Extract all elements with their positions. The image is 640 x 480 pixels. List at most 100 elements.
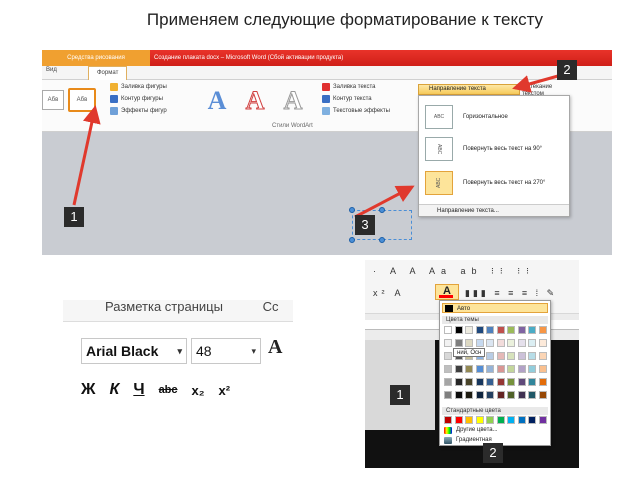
- theme-shade-swatch[interactable]: [444, 339, 452, 347]
- theme-shade-swatch[interactable]: [538, 339, 547, 347]
- theme-color-swatch[interactable]: [496, 326, 505, 334]
- text-outline-button[interactable]: Контур текста: [322, 95, 372, 103]
- theme-shade-swatch[interactable]: [507, 365, 515, 373]
- dd-item-rotate-270[interactable]: ABC Повернуть весь текст на 270°: [423, 168, 567, 198]
- theme-shade-swatch[interactable]: [486, 365, 494, 373]
- theme-shade-swatch[interactable]: [486, 391, 494, 399]
- standard-color-swatch[interactable]: [507, 416, 515, 424]
- theme-color-swatch[interactable]: [454, 326, 463, 334]
- theme-shade-swatch[interactable]: [454, 339, 463, 347]
- text-effects-button[interactable]: Текстовые эффекты: [322, 107, 390, 115]
- strikethrough-button[interactable]: abc: [159, 384, 178, 396]
- menu-references[interactable]: Сс: [263, 300, 279, 314]
- theme-color-swatch[interactable]: [475, 326, 484, 334]
- theme-shade-swatch[interactable]: [486, 339, 494, 347]
- subscript-button[interactable]: x₂: [192, 383, 205, 398]
- theme-color-swatch[interactable]: [444, 326, 452, 334]
- menu-page-layout[interactable]: Разметка страницы: [105, 300, 223, 314]
- theme-shade-swatch[interactable]: [475, 378, 484, 386]
- theme-shade-swatch[interactable]: [507, 391, 515, 399]
- dd-item-horizontal[interactable]: ABC Горизонтальное: [423, 102, 567, 132]
- shape-fill-button[interactable]: Заливка фигуры: [110, 83, 167, 91]
- standard-color-swatch[interactable]: [496, 416, 505, 424]
- theme-shade-swatch[interactable]: [475, 339, 484, 347]
- standard-color-swatch[interactable]: [486, 416, 494, 424]
- tab-view[interactable]: Вид: [46, 67, 57, 73]
- standard-color-swatch[interactable]: [465, 416, 473, 424]
- more-colors-option[interactable]: Другие цвета...: [442, 427, 498, 434]
- font-size-select[interactable]: 48 ▾: [191, 338, 261, 364]
- chevron-down-icon[interactable]: ▾: [177, 339, 182, 363]
- theme-shade-swatch[interactable]: [444, 378, 452, 386]
- grow-font-icon[interactable]: A: [268, 336, 282, 359]
- dd-item-rotate-90[interactable]: ABC Повернуть весь текст на 90°: [423, 134, 567, 164]
- wordart-style-red[interactable]: A: [240, 86, 270, 116]
- text-direction-button[interactable]: Направление текста: [418, 84, 520, 95]
- font-color-button[interactable]: A: [435, 284, 459, 300]
- theme-color-swatch[interactable]: [486, 326, 494, 334]
- theme-shade-swatch[interactable]: [496, 365, 505, 373]
- contextual-tab-drawing-tools[interactable]: Средства рисования: [42, 50, 150, 66]
- theme-shade-swatch[interactable]: [528, 391, 536, 399]
- theme-shade-swatch[interactable]: [517, 378, 526, 386]
- theme-shade-swatch[interactable]: [454, 378, 463, 386]
- theme-shade-swatch[interactable]: [517, 352, 526, 360]
- theme-shade-swatch[interactable]: [496, 352, 505, 360]
- shape-effects-button[interactable]: Эффекты фигур: [110, 107, 167, 115]
- standard-color-swatch[interactable]: [517, 416, 526, 424]
- selection-handle[interactable]: [379, 207, 385, 213]
- standard-color-swatch[interactable]: [528, 416, 536, 424]
- theme-shade-swatch[interactable]: [528, 352, 536, 360]
- theme-shade-swatch[interactable]: [444, 391, 452, 399]
- selection-handle[interactable]: [349, 207, 355, 213]
- theme-shade-swatch[interactable]: [538, 352, 547, 360]
- theme-shade-swatch[interactable]: [507, 339, 515, 347]
- theme-shade-swatch[interactable]: [538, 365, 547, 373]
- text-fill-button[interactable]: Заливка текста: [322, 83, 376, 91]
- superscript-button[interactable]: x²: [219, 383, 231, 398]
- theme-shade-swatch[interactable]: [528, 365, 536, 373]
- shape-outline-button[interactable]: Контур фигуры: [110, 95, 163, 103]
- theme-shade-swatch[interactable]: [465, 391, 473, 399]
- theme-shade-swatch[interactable]: [528, 339, 536, 347]
- standard-color-swatch[interactable]: [475, 416, 484, 424]
- theme-color-swatch[interactable]: [517, 326, 526, 334]
- font-name-select[interactable]: Arial Black ▾: [81, 338, 187, 364]
- underline-button[interactable]: Ч: [133, 381, 144, 399]
- theme-shade-swatch[interactable]: [517, 391, 526, 399]
- theme-shade-swatch[interactable]: [465, 365, 473, 373]
- theme-shade-swatch[interactable]: [444, 352, 452, 360]
- align-buttons[interactable]: ▮▮▮ ≡ ≡ ≡ ⁞ ✎: [465, 288, 557, 299]
- theme-shade-swatch[interactable]: [454, 391, 463, 399]
- theme-shade-swatch[interactable]: [496, 391, 505, 399]
- theme-shade-swatch[interactable]: [496, 339, 505, 347]
- italic-button[interactable]: К: [109, 381, 119, 399]
- shape-style-prev[interactable]: Абв: [42, 90, 64, 110]
- shape-style-button[interactable]: Абв: [68, 88, 96, 112]
- chevron-down-icon[interactable]: ▾: [251, 339, 256, 363]
- text-direction-options[interactable]: Направление текста...: [419, 204, 569, 216]
- selection-handle[interactable]: [349, 237, 355, 243]
- theme-shade-swatch[interactable]: [517, 339, 526, 347]
- theme-color-swatch[interactable]: [538, 326, 547, 334]
- theme-shade-swatch[interactable]: [538, 378, 547, 386]
- wordart-style-blue[interactable]: A: [202, 86, 232, 116]
- theme-shade-swatch[interactable]: [486, 378, 494, 386]
- standard-color-swatch[interactable]: [538, 416, 547, 424]
- theme-shade-swatch[interactable]: [496, 378, 505, 386]
- theme-shade-swatch[interactable]: [475, 365, 484, 373]
- theme-shade-swatch[interactable]: [465, 339, 473, 347]
- theme-shade-swatch[interactable]: [475, 391, 484, 399]
- selection-handle[interactable]: [379, 237, 385, 243]
- theme-shade-swatch[interactable]: [528, 378, 536, 386]
- theme-color-swatch[interactable]: [507, 326, 515, 334]
- theme-color-swatch[interactable]: [528, 326, 536, 334]
- theme-shade-swatch[interactable]: [486, 352, 494, 360]
- bold-button[interactable]: Ж: [81, 381, 95, 399]
- theme-shade-swatch[interactable]: [517, 365, 526, 373]
- theme-color-swatch[interactable]: [465, 326, 473, 334]
- wordart-style-gray[interactable]: A: [278, 86, 308, 116]
- theme-shade-swatch[interactable]: [454, 365, 463, 373]
- theme-shade-swatch[interactable]: [465, 378, 473, 386]
- theme-shade-swatch[interactable]: [538, 391, 547, 399]
